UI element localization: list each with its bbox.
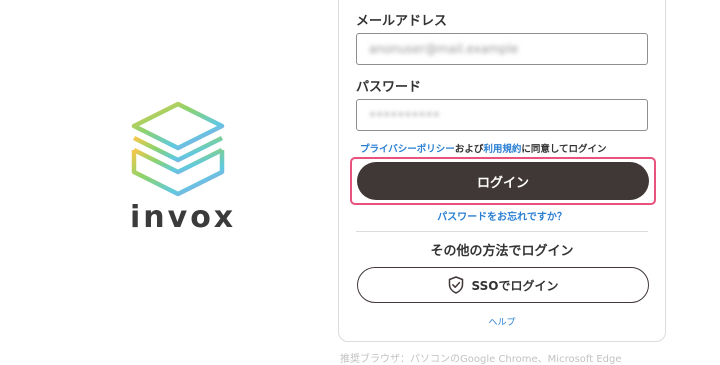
password-label: パスワード [356, 80, 422, 95]
terms-link[interactable]: 利用規約 [483, 144, 521, 155]
brand-logo: invox [120, 98, 244, 235]
forgot-password-link[interactable]: パスワードをお忘れですか？ [356, 208, 648, 223]
sso-login-button[interactable]: SSOでログイン [357, 267, 649, 303]
brand-name: invox [130, 200, 237, 235]
email-field[interactable] [367, 41, 637, 57]
other-methods-heading: その他の方法でログイン [430, 244, 574, 259]
login-button[interactable]: ログイン [357, 162, 649, 200]
privacy-policy-link[interactable]: プライバシーポリシー [360, 144, 455, 155]
stacked-layers-logo-icon [131, 101, 225, 197]
password-field[interactable] [367, 107, 637, 123]
help-link[interactable]: ヘルプ [356, 315, 648, 328]
email-field-wrapper[interactable] [356, 33, 648, 65]
consent-and: および [454, 144, 484, 155]
consent-text: プライバシーポリシーおよび利用規約に同意してログイン [360, 141, 607, 155]
sso-button-label: SSOでログイン [471, 278, 559, 293]
divider [356, 231, 648, 232]
recommended-browser-note: 推奨ブラウザ：パソコンのGoogle Chrome、Microsoft Edge [340, 354, 622, 365]
consent-suffix: に同意してログイン [521, 144, 607, 155]
shield-check-icon [448, 276, 463, 294]
email-label: メールアドレス [356, 14, 448, 29]
password-field-wrapper[interactable] [356, 99, 648, 131]
